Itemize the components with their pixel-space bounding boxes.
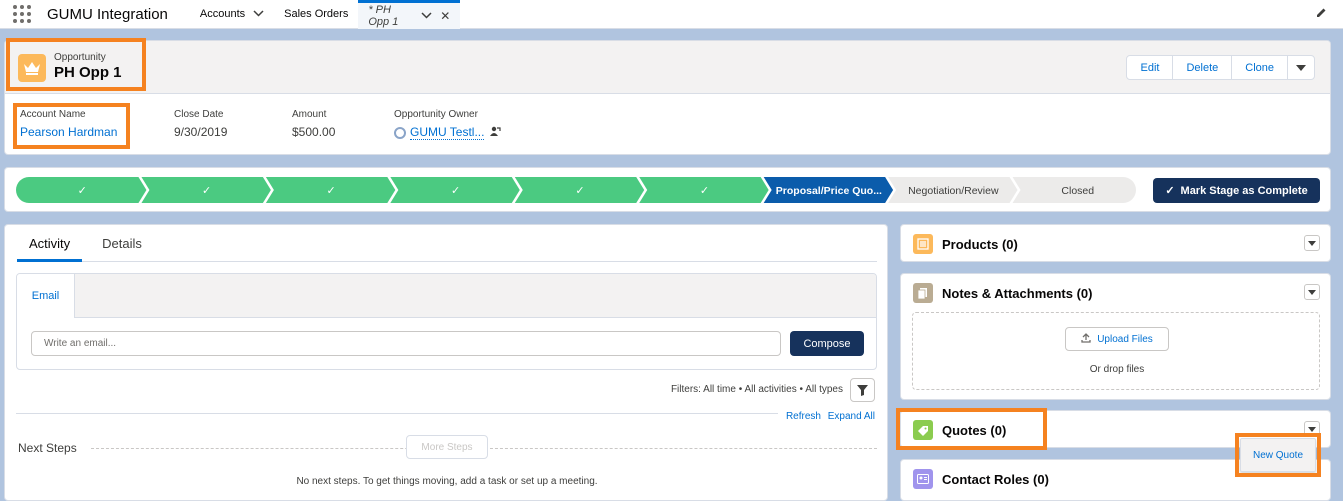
chevron-down-icon[interactable] xyxy=(253,9,264,19)
owner-value: GUMU Testl... xyxy=(394,125,502,140)
related-list-header: Contact Roles (0) xyxy=(913,469,1049,489)
user-avatar-icon xyxy=(394,126,406,139)
related-list-header: Products (0) xyxy=(913,234,1018,254)
nav-tab-label: Sales Orders xyxy=(284,8,349,20)
email-input[interactable]: Write an email... xyxy=(31,331,781,356)
contact-roles-title[interactable]: Contact Roles (0) xyxy=(942,472,1049,487)
publisher-tabs: Email xyxy=(17,274,876,318)
app-launcher-icon[interactable] xyxy=(12,4,32,24)
notes-icon xyxy=(913,283,933,303)
expand-all-link[interactable]: Expand All xyxy=(828,411,875,422)
opportunity-owner-field: Opportunity Owner GUMU Testl... xyxy=(394,109,502,140)
owner-link[interactable]: GUMU Testl... xyxy=(410,125,485,140)
field-label: Opportunity Owner xyxy=(394,109,478,120)
related-list-header: Quotes (0) xyxy=(913,420,1006,440)
app-name: GUMU Integration xyxy=(47,5,168,23)
compose-button[interactable]: Compose xyxy=(790,331,864,356)
close-icon[interactable]: ✕ xyxy=(440,9,450,23)
activity-card: Activity Details Email Write an email...… xyxy=(4,224,888,501)
field-label: Amount xyxy=(292,109,327,120)
field-label: Close Date xyxy=(174,109,224,120)
path-stage-label: Negotiation/Review xyxy=(908,185,999,197)
change-owner-icon[interactable] xyxy=(490,126,502,140)
clone-button[interactable]: Clone xyxy=(1232,56,1288,79)
delete-button[interactable]: Delete xyxy=(1173,56,1233,79)
path-stage-label: Proposal/Price Quo... xyxy=(776,185,882,197)
activity-publisher: Email Write an email... Compose xyxy=(16,273,877,370)
opportunity-crown-icon xyxy=(18,54,46,82)
check-icon: ✓ xyxy=(1165,185,1175,197)
tab-details[interactable]: Details xyxy=(90,225,154,262)
field-value: 9/30/2019 xyxy=(174,125,228,139)
next-steps-heading: Next Steps xyxy=(18,441,77,455)
nav-tab-sales-orders[interactable]: Sales Orders xyxy=(274,0,358,29)
products-related-list: Products (0) xyxy=(900,224,1331,262)
activity-filters-text: Filters: All time • All activities • All… xyxy=(670,384,843,395)
notes-attachments-related-list: Notes & Attachments (0) Upload Files Or … xyxy=(900,273,1331,400)
stage-path: ✓ ✓ ✓ ✓ ✓ ✓ Proposal/Price Quo... Negotiation/R… xyxy=(4,167,1331,212)
upload-files-button[interactable]: Upload Files xyxy=(1065,327,1169,351)
record-actions: Edit Delete Clone xyxy=(1126,55,1315,80)
record-header-title-bar: Opportunity PH Opp 1 Edit Delete Clone xyxy=(5,41,1330,94)
quotes-title[interactable]: Quotes (0) xyxy=(942,423,1006,438)
edit-button[interactable]: Edit xyxy=(1127,56,1174,79)
check-icon: ✓ xyxy=(78,185,87,197)
products-title[interactable]: Products (0) xyxy=(942,237,1018,252)
edit-nav-pencil-icon[interactable] xyxy=(1316,7,1327,21)
chevron-down-icon[interactable] xyxy=(1304,284,1320,300)
no-next-steps-text: No next steps. To get things moving, add… xyxy=(296,476,598,487)
record-name: PH Opp 1 xyxy=(54,64,122,81)
quotes-icon xyxy=(913,420,933,440)
check-icon: ✓ xyxy=(451,185,460,197)
check-icon: ✓ xyxy=(327,185,336,197)
nav-tab-label: * PH Opp 1 xyxy=(368,3,399,28)
new-quote-button[interactable]: New Quote xyxy=(1240,438,1316,472)
mark-stage-complete-label: Mark Stage as Complete xyxy=(1180,184,1308,197)
nav-tab-accounts[interactable]: Accounts xyxy=(190,0,274,29)
chevron-down-icon[interactable] xyxy=(1304,421,1320,437)
more-steps-button[interactable]: More Steps xyxy=(406,435,488,459)
chevron-down-icon xyxy=(1296,64,1306,71)
refresh-link[interactable]: Refresh xyxy=(786,411,821,422)
top-navigation: GUMU Integration Accounts Sales Orders *… xyxy=(0,0,1343,29)
record-header: Opportunity PH Opp 1 Edit Delete Clone A… xyxy=(4,40,1331,155)
contact-card-icon xyxy=(913,469,933,489)
highlights-fields: Account Name Pearson Hardman Close Date … xyxy=(5,94,1330,154)
publisher-tab-email[interactable]: Email xyxy=(17,274,75,318)
timeline-actions: Refresh Expand All xyxy=(782,411,875,422)
filter-icon[interactable] xyxy=(850,378,875,402)
products-icon xyxy=(913,234,933,254)
chevron-down-icon[interactable] xyxy=(1304,235,1320,251)
account-name-link[interactable]: Pearson Hardman xyxy=(20,125,117,139)
path-stage-label: Closed xyxy=(1061,185,1094,197)
related-list-header: Notes & Attachments (0) xyxy=(913,283,1092,303)
amount-field: Amount $500.00 xyxy=(292,109,335,139)
field-label: Account Name xyxy=(20,109,86,120)
check-icon: ✓ xyxy=(700,185,709,197)
mark-stage-complete-button[interactable]: ✓ Mark Stage as Complete xyxy=(1153,178,1320,203)
drop-files-text: Or drop files xyxy=(1089,364,1145,375)
stage-path-chevrons[interactable]: ✓ ✓ ✓ ✓ ✓ ✓ Proposal/Price Quo... Negotiation/R… xyxy=(16,177,1136,203)
notes-attachments-title[interactable]: Notes & Attachments (0) xyxy=(942,286,1092,301)
check-icon: ✓ xyxy=(202,185,211,197)
upload-files-label: Upload Files xyxy=(1097,333,1153,345)
record-tabs: Activity Details xyxy=(17,225,877,262)
field-value: $500.00 xyxy=(292,125,336,139)
nav-tab-ph-opp-1[interactable]: * PH Opp 1 ✕ xyxy=(358,0,461,29)
tab-activity[interactable]: Activity xyxy=(17,225,83,262)
close-date-field: Close Date 9/30/2019 xyxy=(174,109,227,139)
account-name-field: Account Name Pearson Hardman xyxy=(20,109,117,139)
object-type-label: Opportunity xyxy=(54,52,106,63)
nav-tab-label: Accounts xyxy=(199,8,246,20)
check-icon: ✓ xyxy=(575,185,584,197)
chevron-down-icon[interactable] xyxy=(421,11,432,21)
file-dropzone[interactable]: Upload Files Or drop files xyxy=(912,312,1320,390)
more-actions-button[interactable] xyxy=(1288,56,1314,79)
divider xyxy=(16,413,778,414)
upload-icon xyxy=(1081,332,1091,346)
